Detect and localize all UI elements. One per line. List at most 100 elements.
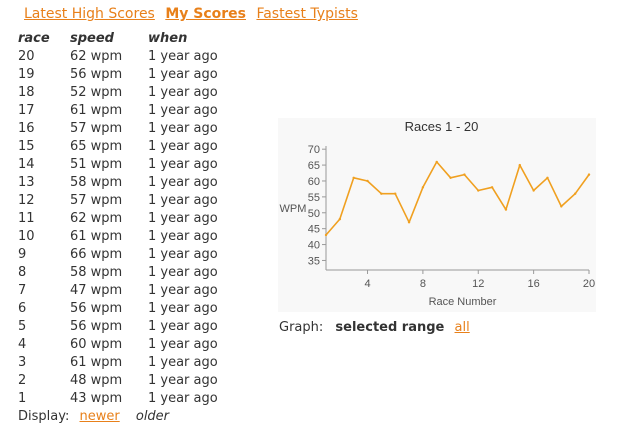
- wpm-data-point: [491, 186, 493, 188]
- when-cell: 1 year ago: [148, 299, 248, 317]
- graph-all-link[interactable]: all: [455, 320, 470, 335]
- race-cell: 17: [18, 101, 70, 119]
- speed-cell: 61 wpm: [70, 227, 148, 245]
- speed-cell: 61 wpm: [70, 353, 148, 371]
- when-cell: 1 year ago: [148, 227, 248, 245]
- speed-cell: 56 wpm: [70, 65, 148, 83]
- when-cell: 1 year ago: [148, 353, 248, 371]
- speed-cell: 58 wpm: [70, 173, 148, 191]
- race-cell: 8: [18, 263, 70, 281]
- table-row: 656 wpm1 year ago: [18, 299, 248, 317]
- speed-cell: 65 wpm: [70, 137, 148, 155]
- speed-cell: 60 wpm: [70, 335, 148, 353]
- column-header-race: race: [18, 29, 70, 47]
- table-row: 1565 wpm1 year ago: [18, 137, 248, 155]
- table-row: 1451 wpm1 year ago: [18, 155, 248, 173]
- x-tick-label: 20: [583, 278, 595, 290]
- race-cell: 6: [18, 299, 70, 317]
- race-cell: 10: [18, 227, 70, 245]
- wpm-data-point: [380, 192, 382, 194]
- y-tick-label: 40: [308, 240, 320, 252]
- latest-high-scores-link[interactable]: Latest High Scores: [24, 6, 155, 22]
- race-cell: 4: [18, 335, 70, 353]
- wpm-data-point: [588, 173, 590, 175]
- table-row: 1257 wpm1 year ago: [18, 191, 248, 209]
- table-row: 1061 wpm1 year ago: [18, 227, 248, 245]
- race-cell: 14: [18, 155, 70, 173]
- speed-cell: 58 wpm: [70, 263, 148, 281]
- score-nav: Latest High Scores My Scores Fastest Typ…: [24, 6, 364, 22]
- speed-cell: 43 wpm: [70, 389, 148, 407]
- chart-title: Races 1 - 20: [405, 119, 479, 134]
- y-tick-label: 70: [308, 144, 320, 156]
- speed-cell: 62 wpm: [70, 209, 148, 227]
- wpm-data-point: [352, 177, 354, 179]
- wpm-data-point: [574, 192, 576, 194]
- wpm-data-point: [394, 192, 396, 194]
- my-scores-link[interactable]: My Scores: [165, 6, 246, 22]
- speed-cell: 48 wpm: [70, 371, 148, 389]
- display-controls: Display: newer older: [18, 409, 169, 424]
- speed-cell: 52 wpm: [70, 83, 148, 101]
- wpm-data-point: [366, 180, 368, 182]
- table-row: 1761 wpm1 year ago: [18, 101, 248, 119]
- wpm-series-line: [326, 162, 589, 235]
- when-cell: 1 year ago: [148, 317, 248, 335]
- race-cell: 5: [18, 317, 70, 335]
- race-cell: 2: [18, 371, 70, 389]
- table-row: 1956 wpm1 year ago: [18, 65, 248, 83]
- speed-cell: 47 wpm: [70, 281, 148, 299]
- x-axis-label: Race Number: [429, 296, 497, 308]
- column-header-speed: speed: [70, 29, 148, 47]
- x-tick-label: 8: [420, 278, 426, 290]
- race-cell: 13: [18, 173, 70, 191]
- wpm-line-chart: Races 1 - 20354045505560657048121620WPMR…: [278, 118, 596, 312]
- when-cell: 1 year ago: [148, 83, 248, 101]
- race-cell: 11: [18, 209, 70, 227]
- when-cell: 1 year ago: [148, 119, 248, 137]
- when-cell: 1 year ago: [148, 101, 248, 119]
- table-row: 361 wpm1 year ago: [18, 353, 248, 371]
- speed-cell: 62 wpm: [70, 47, 148, 65]
- wpm-data-point: [505, 208, 507, 210]
- wpm-data-point: [532, 189, 534, 191]
- wpm-data-point: [436, 161, 438, 163]
- when-cell: 1 year ago: [148, 389, 248, 407]
- wpm-data-point: [519, 164, 521, 166]
- scores-table: race speed when 2062 wpm1 year ago1956 w…: [18, 29, 248, 407]
- selected-range-label: selected range: [335, 320, 444, 335]
- table-row: 747 wpm1 year ago: [18, 281, 248, 299]
- column-header-when: when: [148, 29, 248, 47]
- when-cell: 1 year ago: [148, 173, 248, 191]
- y-tick-label: 50: [308, 208, 320, 220]
- x-tick-label: 4: [364, 278, 370, 290]
- newer-link[interactable]: newer: [80, 409, 120, 424]
- older-label: older: [136, 409, 169, 424]
- speed-cell: 51 wpm: [70, 155, 148, 173]
- y-axis-label: WPM: [280, 203, 307, 215]
- wpm-data-point: [463, 173, 465, 175]
- fastest-typists-link[interactable]: Fastest Typists: [256, 6, 358, 22]
- speed-cell: 61 wpm: [70, 101, 148, 119]
- when-cell: 1 year ago: [148, 65, 248, 83]
- race-cell: 1: [18, 389, 70, 407]
- when-cell: 1 year ago: [148, 191, 248, 209]
- x-tick-label: 12: [472, 278, 484, 290]
- when-cell: 1 year ago: [148, 245, 248, 263]
- race-cell: 3: [18, 353, 70, 371]
- race-cell: 9: [18, 245, 70, 263]
- wpm-chart-panel: Races 1 - 20354045505560657048121620WPMR…: [278, 118, 596, 312]
- race-cell: 12: [18, 191, 70, 209]
- table-header-row: race speed when: [18, 29, 248, 47]
- race-cell: 16: [18, 119, 70, 137]
- race-cell: 20: [18, 47, 70, 65]
- x-tick-label: 16: [528, 278, 540, 290]
- wpm-data-point: [449, 177, 451, 179]
- table-row: 1852 wpm1 year ago: [18, 83, 248, 101]
- y-tick-label: 65: [308, 160, 320, 172]
- y-tick-label: 60: [308, 176, 320, 188]
- wpm-data-point: [408, 221, 410, 223]
- wpm-data-point: [339, 218, 341, 220]
- table-row: 2062 wpm1 year ago: [18, 47, 248, 65]
- wpm-data-point: [325, 234, 327, 236]
